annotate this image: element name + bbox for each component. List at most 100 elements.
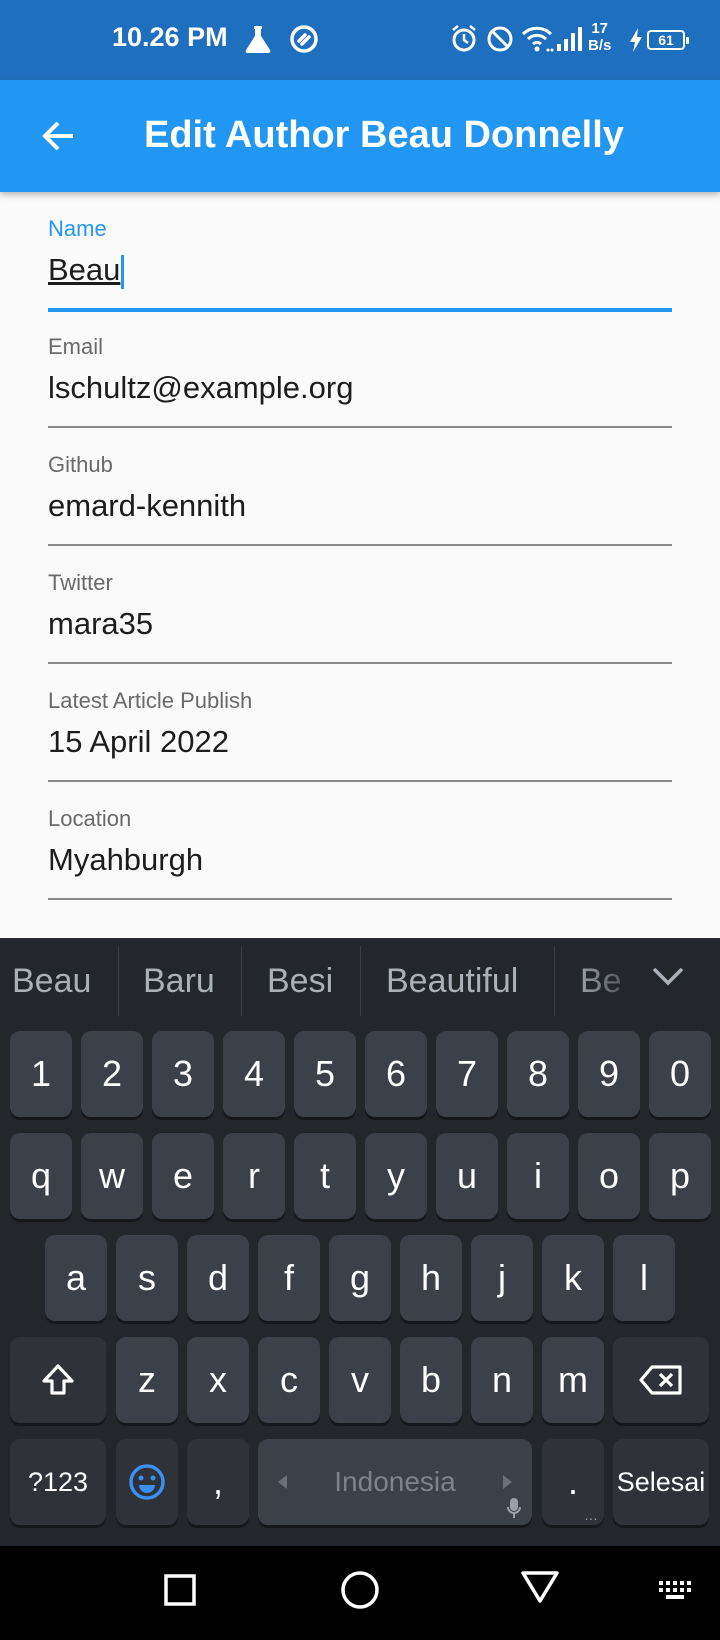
key-x[interactable]: x [187, 1337, 249, 1423]
key-d[interactable]: d [187, 1235, 249, 1321]
github-input[interactable]: emard-kennith [48, 488, 246, 524]
mic-icon [507, 1498, 521, 1518]
suggestion-item[interactable]: Beautiful [386, 962, 518, 1001]
keyboard-switch-icon[interactable] [658, 1580, 694, 1607]
suggestion-divider [118, 946, 119, 1016]
key-w[interactable]: w [81, 1133, 143, 1219]
location-label: Location [48, 806, 132, 831]
key-8[interactable]: 8 [507, 1031, 569, 1117]
key-u[interactable]: u [436, 1133, 498, 1219]
key-a[interactable]: a [45, 1235, 107, 1321]
collapse-suggestions-button[interactable] [646, 954, 690, 998]
shift-key[interactable] [10, 1337, 106, 1423]
key-o[interactable]: o [578, 1133, 640, 1219]
key-i[interactable]: i [507, 1133, 569, 1219]
key-l[interactable]: l [613, 1235, 675, 1321]
shift-icon [42, 1364, 74, 1395]
key-e[interactable]: e [152, 1133, 214, 1219]
key-0[interactable]: 0 [649, 1031, 711, 1117]
dnd-icon [486, 24, 514, 59]
recents-square-icon[interactable] [164, 1574, 196, 1611]
key-t[interactable]: t [294, 1133, 356, 1219]
space-language-label: Indonesia [334, 1466, 456, 1497]
suggestion-item[interactable]: Baru [143, 962, 215, 1001]
twitter-field[interactable]: Twitter mara35 [48, 546, 672, 664]
period-label: . [567, 1461, 578, 1502]
key-2[interactable]: 2 [81, 1031, 143, 1117]
arrow-back-icon [42, 121, 73, 151]
email-field[interactable]: Email lschultz@example.org [48, 310, 672, 428]
more-punctuation-icon: … [584, 1507, 598, 1523]
home-circle-icon[interactable] [340, 1570, 380, 1615]
sync-icon [289, 24, 319, 59]
backspace-icon [639, 1365, 682, 1395]
net-rate-value: 17 [591, 20, 609, 37]
key-s[interactable]: s [116, 1235, 178, 1321]
back-button[interactable] [28, 106, 88, 166]
key-9[interactable]: 9 [578, 1031, 640, 1117]
latest-article-field[interactable]: Latest Article Publish 15 April 2022 [48, 664, 672, 782]
wifi-icon [520, 24, 554, 59]
author-form: Name Beau Email lschultz@example.org Git… [48, 192, 672, 900]
app-bar: Edit Author Beau Donnelly [0, 80, 720, 192]
signal-icon [556, 24, 582, 59]
battery-icon: 61 [647, 30, 689, 50]
key-1[interactable]: 1 [10, 1031, 72, 1117]
suggestion-divider [360, 946, 361, 1016]
key-k[interactable]: k [542, 1235, 604, 1321]
suggestion-item[interactable]: Beau [12, 962, 91, 1001]
key-r[interactable]: r [223, 1133, 285, 1219]
key-4[interactable]: 4 [223, 1031, 285, 1117]
key-5[interactable]: 5 [294, 1031, 356, 1117]
key-g[interactable]: g [329, 1235, 391, 1321]
name-field[interactable]: Name Beau [48, 192, 672, 312]
key-q[interactable]: q [10, 1133, 72, 1219]
key-7[interactable]: 7 [436, 1031, 498, 1117]
name-value: Beau [48, 252, 121, 287]
name-label: Name [48, 216, 107, 241]
location-underline [48, 898, 672, 900]
twitter-label: Twitter [48, 570, 113, 595]
key-3[interactable]: 3 [152, 1031, 214, 1117]
soft-keyboard: Beau Baru Besi Beautiful Be 1 2 3 4 5 6 … [0, 938, 720, 1546]
symbols-key[interactable]: ?123 [10, 1439, 106, 1525]
key-v[interactable]: v [329, 1337, 391, 1423]
language-prev-icon [278, 1475, 287, 1489]
comma-key[interactable]: , [187, 1439, 249, 1525]
key-p[interactable]: p [649, 1133, 711, 1219]
github-field[interactable]: Github emard-kennith [48, 428, 672, 546]
suggestion-item[interactable]: Besi [267, 962, 333, 1001]
key-h[interactable]: h [400, 1235, 462, 1321]
status-time: 10.26 PM [112, 22, 228, 52]
space-bar[interactable]: Indonesia [258, 1439, 532, 1525]
emoji-key[interactable] [116, 1439, 178, 1525]
key-b[interactable]: b [400, 1337, 462, 1423]
latest-article-input[interactable]: 15 April 2022 [48, 724, 229, 760]
twitter-input[interactable]: mara35 [48, 606, 153, 642]
backspace-key[interactable] [613, 1337, 709, 1423]
alarm-icon [450, 24, 478, 59]
key-y[interactable]: y [365, 1133, 427, 1219]
key-j[interactable]: j [471, 1235, 533, 1321]
github-label: Github [48, 452, 113, 477]
done-key[interactable]: Selesai [613, 1439, 709, 1525]
key-6[interactable]: 6 [365, 1031, 427, 1117]
key-m[interactable]: m [542, 1337, 604, 1423]
back-triangle-icon[interactable] [520, 1570, 560, 1609]
charging-icon [629, 28, 643, 57]
net-rate-unit: B/s [588, 37, 612, 54]
name-input[interactable]: Beau [48, 252, 125, 289]
location-input[interactable]: Myahburgh [48, 842, 203, 878]
key-z[interactable]: z [116, 1337, 178, 1423]
location-field[interactable]: Location Myahburgh [48, 782, 672, 900]
email-input[interactable]: lschultz@example.org [48, 370, 353, 406]
chevron-down-icon [652, 967, 684, 986]
key-n[interactable]: n [471, 1337, 533, 1423]
page-title: Edit Author Beau Donnelly [144, 114, 624, 156]
period-key[interactable]: . … [542, 1439, 604, 1525]
suggestion-strip: Beau Baru Besi Beautiful Be [0, 938, 720, 1030]
emoji-icon [129, 1464, 165, 1500]
key-c[interactable]: c [258, 1337, 320, 1423]
key-f[interactable]: f [258, 1235, 320, 1321]
language-next-icon [503, 1475, 512, 1489]
